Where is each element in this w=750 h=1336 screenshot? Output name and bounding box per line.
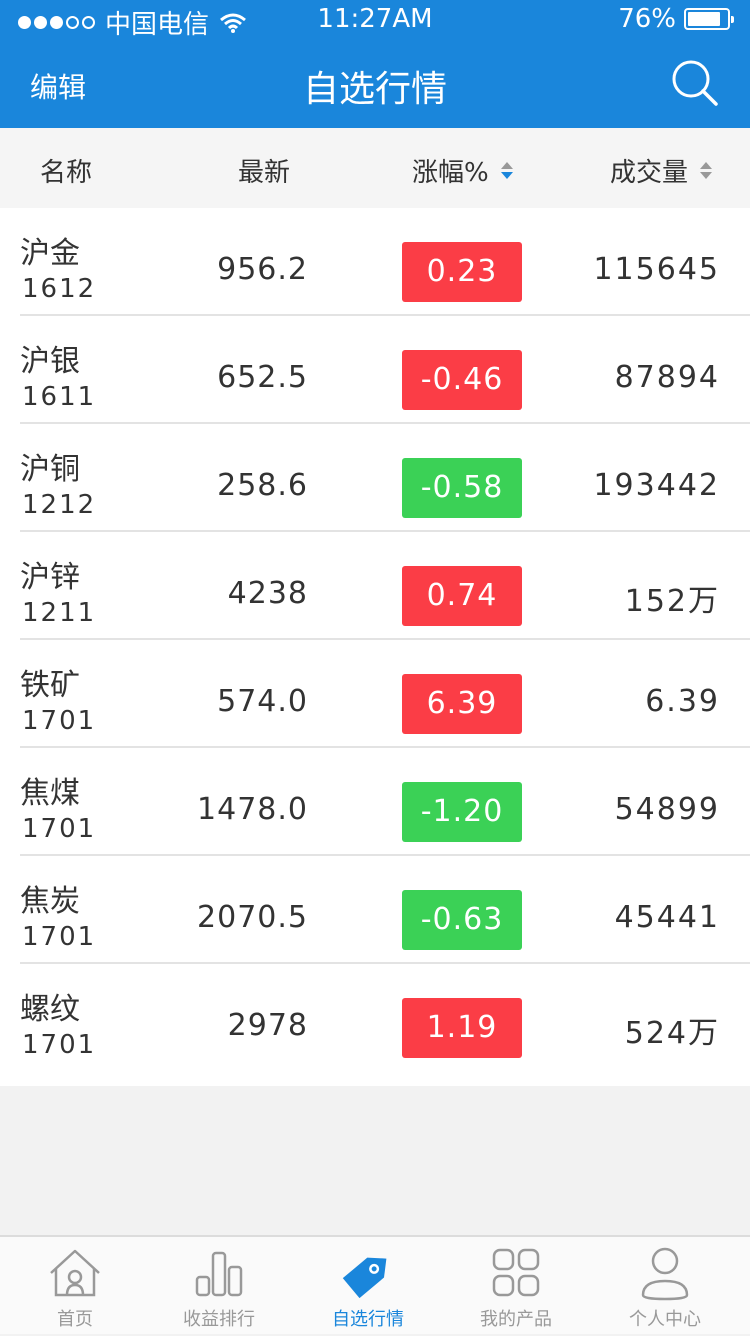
contract-code: 1611 xyxy=(22,382,97,412)
tab-products[interactable]: 我的产品 xyxy=(441,1237,591,1336)
contract-code: 1211 xyxy=(22,598,97,628)
contract-name: 沪金 xyxy=(20,236,80,271)
contract-code: 1212 xyxy=(22,490,97,520)
change-badge: 1.19 xyxy=(402,998,522,1058)
change-badge: -0.63 xyxy=(402,890,522,950)
volume: 524万 xyxy=(624,1016,720,1051)
latest-price: 574.0 xyxy=(217,684,308,719)
table-row[interactable]: 沪金 1612 956.2 0.23 115645 xyxy=(20,208,750,316)
home-icon xyxy=(50,1249,100,1297)
contract-name: 沪锌 xyxy=(20,560,80,595)
contract-name: 沪银 xyxy=(20,344,80,379)
contract-code: 1701 xyxy=(22,814,97,844)
latest-price: 956.2 xyxy=(217,252,308,287)
contract-name: 沪铜 xyxy=(20,452,80,487)
volume: 87894 xyxy=(614,360,720,395)
header-name: 名称 xyxy=(40,158,93,188)
tab-label: 首页 xyxy=(57,1309,93,1330)
sort-arrows-icon xyxy=(500,162,513,179)
contract-code: 1701 xyxy=(22,1030,97,1060)
contract-code: 1612 xyxy=(22,274,97,304)
volume: 6.39 xyxy=(645,684,720,719)
user-icon xyxy=(641,1247,689,1301)
volume: 152万 xyxy=(624,584,720,619)
battery-group: 76% xyxy=(618,4,734,34)
contract-name: 焦炭 xyxy=(20,884,80,919)
battery-percent: 76% xyxy=(618,4,676,34)
change-badge: -1.20 xyxy=(402,782,522,842)
tab-profile[interactable]: 个人中心 xyxy=(590,1237,740,1336)
change-badge: 0.23 xyxy=(402,242,522,302)
latest-price: 2070.5 xyxy=(197,900,308,935)
volume: 45441 xyxy=(614,900,720,935)
tab-ranking[interactable]: 收益排行 xyxy=(144,1237,294,1336)
volume: 115645 xyxy=(593,252,720,287)
table-row[interactable]: 焦煤 1701 1478.0 -1.20 54899 xyxy=(20,748,750,856)
search-icon[interactable] xyxy=(670,58,720,108)
tab-label: 我的产品 xyxy=(480,1309,552,1330)
table-row[interactable]: 螺纹 1701 2978 1.19 524万 xyxy=(20,964,750,1072)
latest-price: 1478.0 xyxy=(197,792,308,827)
volume: 54899 xyxy=(614,792,720,827)
battery-icon xyxy=(684,8,734,30)
table-header: 名称 最新 涨幅% 成交量 xyxy=(0,128,750,208)
bar-chart-icon xyxy=(195,1251,243,1297)
table-row[interactable]: 沪铜 1212 258.6 -0.58 193442 xyxy=(20,424,750,532)
nav-bar: 编辑 自选行情 xyxy=(0,40,750,128)
tab-label: 收益排行 xyxy=(183,1309,255,1330)
header-volume-label: 成交量 xyxy=(610,158,689,188)
change-badge: -0.58 xyxy=(402,458,522,518)
latest-price: 2978 xyxy=(227,1008,308,1043)
latest-price: 4238 xyxy=(227,576,308,611)
table-row[interactable]: 沪锌 1211 4238 0.74 152万 xyxy=(20,532,750,640)
sort-arrows-icon xyxy=(700,162,713,179)
contract-code: 1701 xyxy=(22,706,97,736)
tab-watchlist[interactable]: 自选行情 xyxy=(293,1237,443,1336)
header-change-label: 涨幅% xyxy=(412,158,489,188)
page-title: 自选行情 xyxy=(302,69,447,110)
change-badge: -0.46 xyxy=(402,350,522,410)
tab-label: 自选行情 xyxy=(332,1309,404,1330)
volume: 193442 xyxy=(593,468,720,503)
latest-price: 652.5 xyxy=(217,360,308,395)
header-latest: 最新 xyxy=(238,158,291,188)
change-badge: 6.39 xyxy=(402,674,522,734)
contract-name: 焦煤 xyxy=(20,776,80,811)
tab-label: 个人中心 xyxy=(629,1309,701,1330)
status-bar: 中国电信 11:27AM 76% xyxy=(0,0,750,40)
tab-bar: 首页 收益排行 自选行情 我的产品 个人中心 xyxy=(0,1235,750,1334)
tag-icon xyxy=(342,1257,387,1299)
table-row[interactable]: 沪银 1611 652.5 -0.46 87894 xyxy=(20,316,750,424)
contract-name: 螺纹 xyxy=(20,992,80,1027)
table-row[interactable]: 铁矿 1701 574.0 6.39 6.39 xyxy=(20,640,750,748)
tab-home[interactable]: 首页 xyxy=(0,1237,150,1336)
contract-code: 1701 xyxy=(22,922,97,952)
header-volume-sort[interactable]: 成交量 xyxy=(610,152,713,189)
header-change-sort[interactable]: 涨幅% xyxy=(412,152,513,189)
latest-price: 258.6 xyxy=(217,468,308,503)
table-row[interactable]: 焦炭 1701 2070.5 -0.63 45441 xyxy=(20,856,750,964)
contract-name: 铁矿 xyxy=(20,668,80,703)
change-badge: 0.74 xyxy=(402,566,522,626)
quote-list: 沪金 1612 956.2 0.23 115645 沪银 1611 652.5 … xyxy=(0,208,750,1086)
grid-icon xyxy=(492,1248,540,1297)
